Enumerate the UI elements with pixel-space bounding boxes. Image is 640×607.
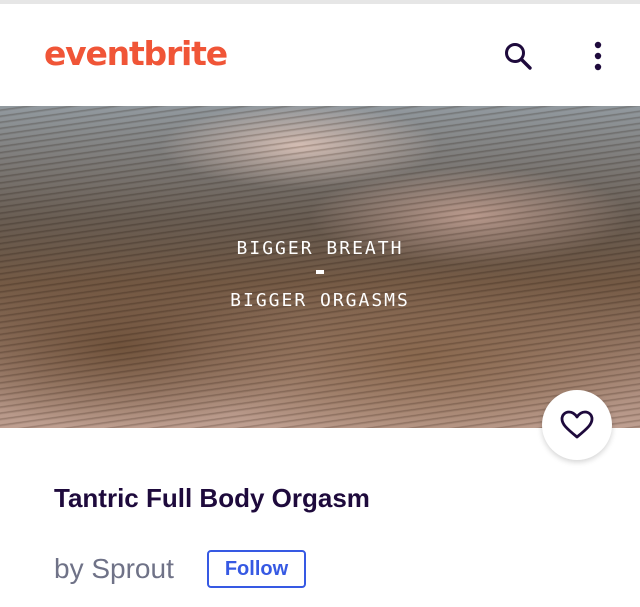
heart-outline-icon bbox=[560, 410, 594, 439]
hero-caption-line1: BIGGER BREATH bbox=[236, 238, 404, 259]
hero-caption-separator bbox=[316, 270, 324, 274]
event-title: Tantric Full Body Orgasm bbox=[54, 483, 370, 513]
hero-caption-line2: BIGGER ORGASMS bbox=[230, 290, 410, 311]
more-options-button[interactable] bbox=[578, 36, 618, 76]
eventbrite-logo[interactable]: eventbrite bbox=[44, 34, 228, 74]
event-hero-image[interactable]: BIGGER BREATH BIGGER ORGASMS bbox=[0, 106, 640, 428]
search-button[interactable] bbox=[498, 36, 538, 76]
organizer-name[interactable]: by Sprout bbox=[54, 552, 174, 586]
more-vertical-icon bbox=[594, 41, 602, 71]
hero-shade bbox=[0, 106, 640, 428]
search-icon bbox=[505, 43, 532, 70]
app-header: eventbrite bbox=[0, 4, 640, 106]
follow-button[interactable]: Follow bbox=[207, 550, 306, 588]
like-button[interactable] bbox=[542, 390, 612, 460]
